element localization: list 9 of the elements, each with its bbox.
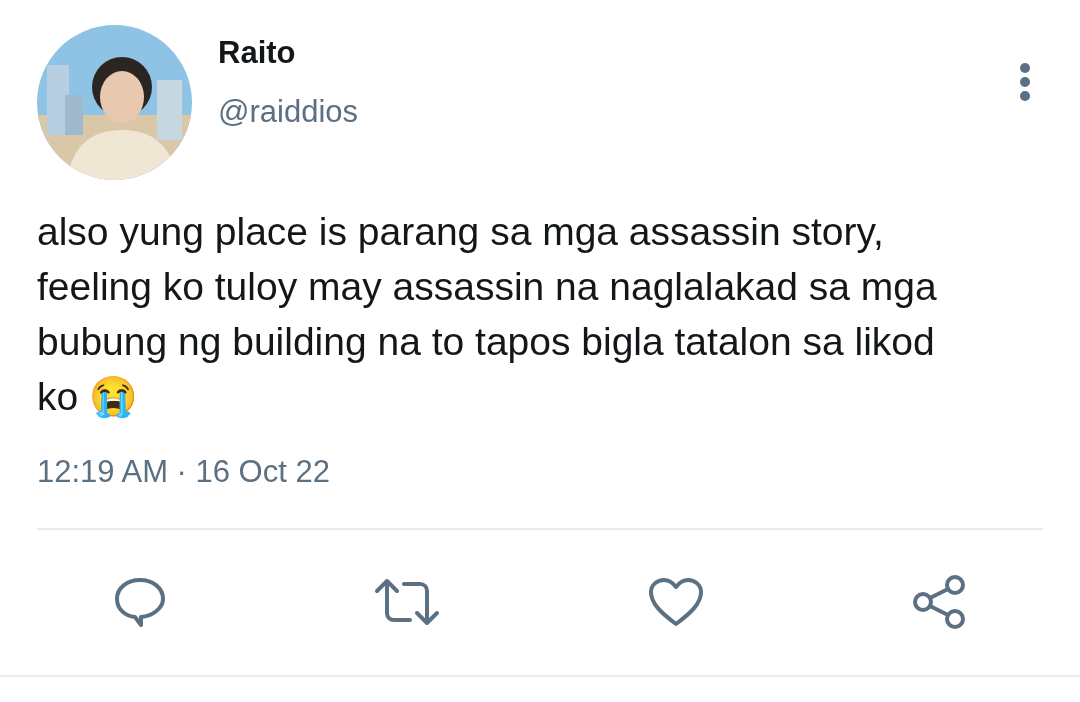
timestamp: 12:19 AM · 16 Oct 22 [37, 454, 331, 490]
tweet-text: also yung place is parang sa mga assassin story, feeling ko tuloy may assassin na naglalakad sa mga bubung ng building na to tapos bigla tatalon sa likod ko 😭 [37, 209, 938, 420]
heart-icon[interactable] [646, 576, 705, 628]
author-handle[interactable]: @raiddios [218, 94, 993, 130]
reply-icon[interactable] [112, 576, 168, 628]
more-options-icon[interactable] [1019, 63, 1031, 101]
share-icon[interactable] [910, 574, 968, 630]
author-name[interactable]: Raito [218, 35, 993, 71]
retweet-icon[interactable] [373, 577, 442, 627]
